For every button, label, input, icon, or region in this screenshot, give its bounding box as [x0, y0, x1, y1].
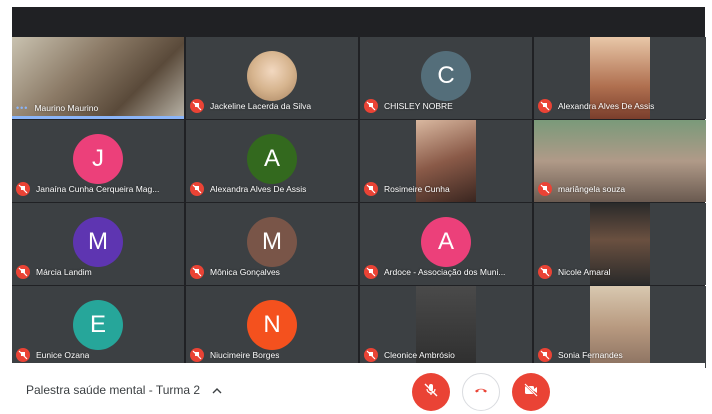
participant-tile-nicole[interactable]: Nicole Amaral — [534, 203, 706, 285]
mic-off-icon — [364, 182, 378, 196]
mic-off-icon — [364, 99, 378, 113]
participant-namebar: Janaína Cunha Cerqueira Mag... — [16, 182, 180, 196]
participant-tile-jackeline[interactable]: Jackeline Lacerda da Silva — [186, 37, 358, 119]
participant-namebar: Rosimeire Cunha — [364, 182, 528, 196]
participant-namebar: Alexandra Alves De Assis — [190, 182, 354, 196]
participant-name: Maurino Maurino — [34, 103, 99, 113]
participant-tile-maurino[interactable]: ••• Maurino Maurino — [12, 37, 184, 119]
participant-tile-chisley[interactable]: C CHISLEY NOBRE — [360, 37, 532, 119]
mic-off-icon — [423, 382, 439, 403]
mic-off-icon — [190, 348, 204, 362]
participant-avatar: E — [73, 300, 123, 350]
participant-namebar: Jackeline Lacerda da Silva — [190, 99, 354, 113]
mic-off-icon — [538, 182, 552, 196]
participant-name: Sonia Fernandes — [558, 350, 623, 360]
toggle-mic-button[interactable] — [412, 373, 450, 411]
mic-off-icon — [190, 182, 204, 196]
participant-avatar: A — [421, 217, 471, 267]
mic-off-icon — [190, 265, 204, 279]
participant-tile-mariangela[interactable]: mariângela souza — [534, 120, 706, 202]
participant-name: Janaína Cunha Cerqueira Mag... — [36, 184, 160, 194]
participant-name: CHISLEY NOBRE — [384, 101, 453, 111]
hangup-icon — [473, 382, 489, 403]
mic-off-icon — [364, 348, 378, 362]
speaking-indicator-icon: ••• — [16, 103, 29, 113]
participant-namebar: Mônica Gonçalves — [190, 265, 354, 279]
participant-avatar: M — [247, 217, 297, 267]
mic-off-icon — [538, 265, 552, 279]
participant-name: Mônica Gonçalves — [210, 267, 280, 277]
participant-photo — [247, 51, 297, 101]
toggle-camera-button[interactable] — [512, 373, 550, 411]
participant-tile-ardoce[interactable]: A Ardoce - Associação dos Muni... — [360, 203, 532, 285]
participant-tile-rosimeire[interactable]: Rosimeire Cunha — [360, 120, 532, 202]
participant-namebar: Sonia Fernandes — [538, 348, 702, 362]
participant-tile-marcia[interactable]: M Márcia Landim — [12, 203, 184, 285]
participant-namebar: Alexandra Alves De Assis — [538, 99, 702, 113]
participant-name: Márcia Landim — [36, 267, 92, 277]
leave-call-button[interactable] — [462, 373, 500, 411]
participant-name: Ardoce - Associação dos Muni... — [384, 267, 506, 277]
meeting-title[interactable]: Palestra saúde mental - Turma 2 — [26, 383, 200, 397]
participant-namebar: CHISLEY NOBRE — [364, 99, 528, 113]
participant-name: Rosimeire Cunha — [384, 184, 450, 194]
participant-tile-alexandra-avatar[interactable]: A Alexandra Alves De Assis — [186, 120, 358, 202]
participant-avatar: N — [247, 300, 297, 350]
participant-avatar: M — [73, 217, 123, 267]
participant-tile-alexandra-video[interactable]: Alexandra Alves De Assis — [534, 37, 706, 119]
mic-off-icon — [538, 348, 552, 362]
camera-off-icon — [523, 382, 539, 403]
participant-avatar: A — [247, 134, 297, 184]
participant-name: Alexandra Alves De Assis — [210, 184, 307, 194]
mic-off-icon — [16, 348, 30, 362]
participant-namebar: mariângela souza — [538, 182, 702, 196]
participant-name: Cleonice Ambrósio — [384, 350, 455, 360]
chevron-up-icon[interactable] — [212, 383, 222, 401]
mic-off-icon — [16, 265, 30, 279]
participant-namebar: Eunice Ozana — [16, 348, 180, 362]
participant-tile-sonia[interactable]: Sonia Fernandes — [534, 286, 706, 368]
participant-tile-cleonice[interactable]: Cleonice Ambrósio — [360, 286, 532, 368]
participant-namebar: Márcia Landim — [16, 265, 180, 279]
participant-namebar: Cleonice Ambrósio — [364, 348, 528, 362]
mic-off-icon — [16, 182, 30, 196]
mic-off-icon — [538, 99, 552, 113]
participant-name: Nicole Amaral — [558, 267, 611, 277]
participant-tile-janaina[interactable]: J Janaína Cunha Cerqueira Mag... — [12, 120, 184, 202]
mic-off-icon — [190, 99, 204, 113]
participant-namebar: ••• Maurino Maurino — [16, 103, 180, 113]
participant-tile-monica[interactable]: M Mônica Gonçalves — [186, 203, 358, 285]
participant-namebar: Nicole Amaral — [538, 265, 702, 279]
participant-namebar: Niucimeire Borges — [190, 348, 354, 362]
participant-name: mariângela souza — [558, 184, 626, 194]
participant-tile-niucimeire[interactable]: N Niucimeire Borges — [186, 286, 358, 368]
participant-name: Eunice Ozana — [36, 350, 90, 360]
participant-avatar: J — [73, 134, 123, 184]
participant-grid: ••• Maurino Maurino Jackeline Lacerda da… — [12, 7, 706, 368]
active-speaker-border — [12, 116, 184, 119]
participant-name: Jackeline Lacerda da Silva — [210, 101, 312, 111]
participant-avatar: C — [421, 51, 471, 101]
participant-name: Niucimeire Borges — [210, 350, 280, 360]
participant-tile-eunice[interactable]: E Eunice Ozana — [12, 286, 184, 368]
participant-namebar: Ardoce - Associação dos Muni... — [364, 265, 528, 279]
mic-off-icon — [364, 265, 378, 279]
meet-window: ••• Maurino Maurino Jackeline Lacerda da… — [0, 0, 712, 414]
meeting-controls-bar: Palestra saúde mental - Turma 2 — [12, 363, 705, 414]
participant-name: Alexandra Alves De Assis — [558, 101, 655, 111]
